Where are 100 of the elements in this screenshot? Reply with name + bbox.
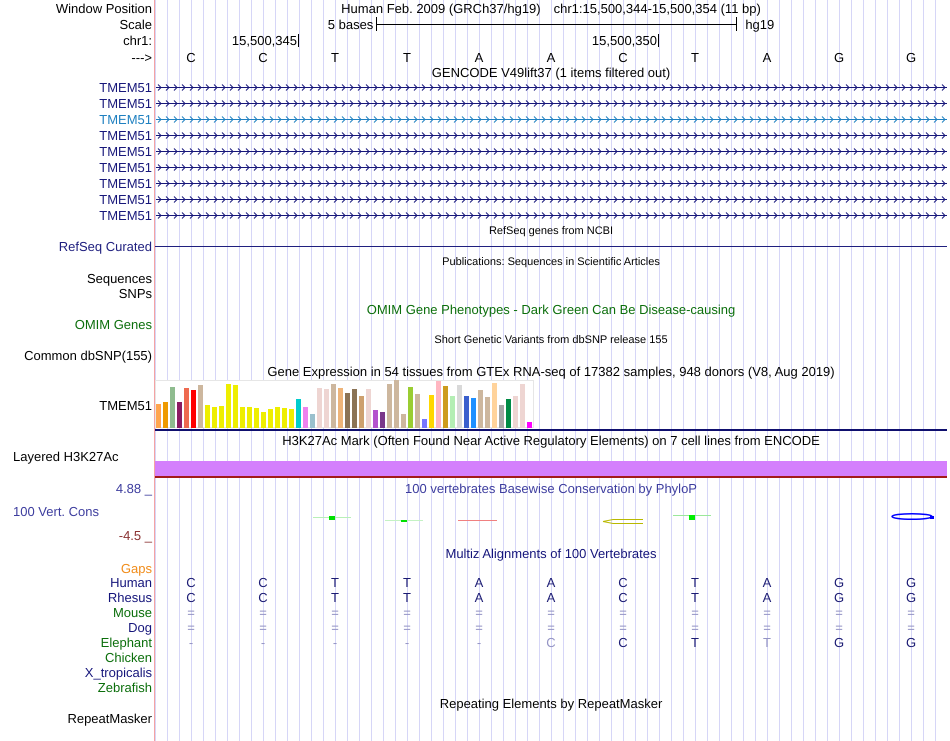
base-letter: G [906, 591, 916, 604]
conservation-mark [602, 519, 644, 524]
track-title: H3K27Ac Mark (Often Found Near Active Regulatory Elements) on 7 cell lines from ENCODE [282, 434, 820, 446]
base-letter: C [618, 576, 628, 589]
expression-bar [254, 408, 259, 428]
transcript-line[interactable] [155, 148, 947, 154]
species-label[interactable]: Chicken [105, 651, 152, 664]
track-label[interactable]: RepeatMasker [67, 712, 152, 724]
gene-label[interactable]: TMEM51 [99, 208, 152, 222]
base-letter: A [762, 50, 772, 64]
expression-bar [373, 410, 378, 428]
base-letter: = [187, 606, 195, 619]
expression-bar [338, 388, 343, 428]
row-label: chr1: [123, 34, 152, 47]
track-label[interactable]: Layered H3K27Ac [13, 450, 119, 463]
track-label[interactable]: Sequences [86, 272, 152, 285]
base-letter: = [187, 621, 195, 634]
axis-label: -4.5 _ [118, 528, 152, 542]
base-letter: C [258, 576, 268, 589]
base-letter: = [691, 621, 699, 634]
axis-label: 4.88 _ [116, 482, 152, 494]
base-letter: = [619, 621, 627, 634]
expression-bar [506, 399, 511, 428]
transcript-line[interactable] [155, 132, 947, 138]
base-letter: A [762, 576, 772, 589]
track-title: RefSeq genes from NCBI [488, 226, 614, 236]
gene-label[interactable]: TMEM51 [99, 144, 152, 158]
expression-bar [219, 406, 224, 428]
base-letter: C [618, 50, 628, 64]
expression-bar [247, 407, 252, 428]
base-letter: T [403, 576, 411, 589]
base-letter: = [475, 606, 483, 619]
base-letter: T [403, 50, 411, 64]
gene-label[interactable]: TMEM51 [99, 96, 152, 110]
track-title: Repeating Elements by RepeatMasker [440, 696, 662, 710]
expression-bar [303, 407, 308, 428]
expression-bar [226, 384, 231, 428]
base-letter: = [835, 621, 843, 634]
base-letter: = [835, 606, 843, 619]
base-letter: - [260, 636, 266, 649]
base-letter: = [475, 621, 483, 634]
transcript-line[interactable] [155, 84, 947, 90]
species-label[interactable]: X_tropicalis [84, 666, 152, 679]
base-letter: C [258, 50, 268, 64]
gene-label[interactable]: TMEM51 [99, 80, 152, 94]
track-label[interactable]: SNPs [118, 287, 152, 300]
base-letter: = [763, 621, 771, 634]
base-letter: A [474, 50, 484, 64]
assembly-label: hg19 [745, 18, 774, 30]
expression-bar [240, 407, 245, 428]
track-label[interactable]: RefSeq Curated [58, 240, 152, 253]
row-label: Scale [119, 18, 152, 30]
base-letter: C [546, 636, 556, 649]
gene-label[interactable]: TMEM51 [99, 176, 152, 190]
expression-bar [401, 414, 406, 428]
expression-bar [492, 383, 497, 428]
base-letter: G [834, 636, 844, 649]
base-letter: A [762, 591, 772, 604]
transcript-line[interactable] [155, 164, 947, 170]
expression-bar [177, 402, 182, 428]
gene-label[interactable]: TMEM51 [99, 128, 152, 142]
expression-bar [345, 393, 350, 428]
base-letter: G [906, 50, 916, 64]
gene-label[interactable]: TMEM51 [99, 192, 152, 206]
gene-label[interactable]: TMEM51 [99, 160, 152, 174]
species-label[interactable]: Mouse [112, 606, 152, 619]
expression-bar [457, 385, 462, 428]
transcript-line[interactable] [155, 100, 947, 106]
base-letter: = [403, 606, 411, 619]
base-letter: C [258, 591, 268, 604]
expression-bar [422, 419, 427, 428]
species-label[interactable]: Rhesus [108, 591, 152, 604]
expression-bar [380, 412, 385, 428]
base-letter: T [403, 591, 411, 604]
expression-bar [296, 399, 301, 428]
transcript-line[interactable] [155, 180, 947, 186]
expression-bar [198, 385, 203, 428]
base-letter: C [618, 591, 628, 604]
transcript-line[interactable] [155, 212, 947, 218]
base-letter: = [403, 621, 411, 634]
base-letter: = [331, 606, 339, 619]
base-letter: G [834, 591, 844, 604]
expression-bar [394, 380, 399, 428]
expression-bar [471, 398, 476, 428]
expression-bar [387, 384, 392, 428]
track-label[interactable]: OMIM Genes [74, 318, 152, 331]
transcript-line[interactable] [155, 196, 947, 202]
gene-label[interactable]: TMEM51 [99, 112, 152, 126]
track-label[interactable]: Common dbSNP(155) [24, 349, 152, 362]
species-label[interactable]: Dog [128, 621, 152, 634]
base-letter: - [404, 636, 410, 649]
species-label[interactable]: Elephant [100, 636, 152, 649]
track-label[interactable]: 100 Vert. Cons [13, 504, 99, 518]
expression-bar [366, 389, 371, 428]
track-label[interactable]: TMEM51 [99, 399, 152, 412]
species-label[interactable]: Zebrafish [98, 681, 152, 694]
expression-bar [233, 385, 238, 428]
base-letter: = [331, 621, 339, 634]
base-letter: = [907, 621, 915, 634]
species-label[interactable]: Human [110, 576, 152, 589]
